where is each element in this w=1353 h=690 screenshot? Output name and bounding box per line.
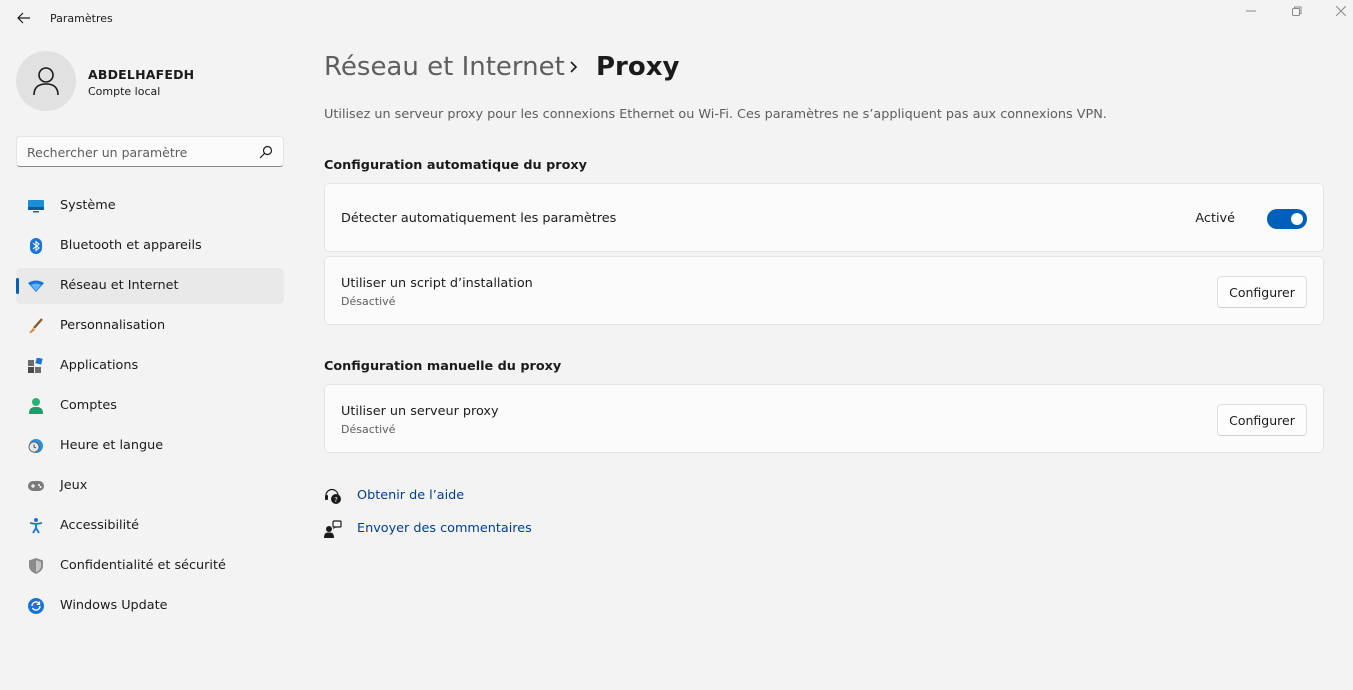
back-button[interactable] <box>12 8 36 28</box>
sidebar-item-personnalisation[interactable]: Personnalisation <box>16 308 284 344</box>
sidebar-item-applications[interactable]: Applications <box>16 348 284 384</box>
shield-icon <box>28 558 44 574</box>
apps-icon <box>28 358 44 374</box>
sidebar-nav: Système Bluetooth et appareils Réseau et… <box>16 188 284 628</box>
wifi-icon <box>28 278 44 294</box>
sidebar-item-heure-langue[interactable]: Heure et langue <box>16 428 284 464</box>
gamepad-icon <box>28 478 44 494</box>
sidebar-item-systeme[interactable]: Système <box>16 188 284 224</box>
detect-settings-card: Détecter automatiquement les paramètres … <box>324 183 1324 252</box>
sidebar-item-jeux[interactable]: Jeux <box>16 468 284 504</box>
help-link-label: Obtenir de l’aide <box>357 488 465 503</box>
feedback-link-label: Envoyer des commentaires <box>357 521 532 536</box>
search-box[interactable] <box>16 136 284 167</box>
sidebar-item-label: Applications <box>60 358 139 373</box>
user-icon <box>33 67 59 96</box>
app-title: Paramètres <box>50 12 113 25</box>
toggle-knob <box>1291 213 1303 225</box>
chevron-right-icon <box>570 61 578 73</box>
sidebar-item-windows-update[interactable]: Windows Update <box>16 588 284 624</box>
maximize-button[interactable] <box>1274 0 1320 22</box>
update-icon <box>28 598 44 614</box>
minimize-icon <box>1246 10 1256 12</box>
sidebar-item-label: Windows Update <box>60 598 168 613</box>
setup-script-configure-button[interactable]: Configurer <box>1217 276 1307 308</box>
sidebar-item-label: Jeux <box>60 478 88 493</box>
toggle-state-label: Activé <box>1195 211 1235 226</box>
proxy-server-card: Utiliser un serveur proxy Désactivé Conf… <box>324 384 1324 453</box>
help-icon: ? <box>325 488 341 504</box>
search-icon[interactable] <box>259 145 273 159</box>
bluetooth-icon <box>28 238 44 254</box>
detect-settings-toggle[interactable] <box>1267 209 1307 229</box>
sidebar-item-comptes[interactable]: Comptes <box>16 388 284 424</box>
detect-settings-label: Détecter automatiquement les paramètres <box>341 211 617 226</box>
sidebar-item-label: Confidentialité et sécurité <box>60 558 226 573</box>
sidebar-item-confidentialite[interactable]: Confidentialité et sécurité <box>16 548 284 584</box>
breadcrumb-parent[interactable]: Réseau et Internet <box>324 52 565 82</box>
restore-icon <box>1292 6 1302 16</box>
close-icon <box>1336 6 1346 16</box>
search-input[interactable] <box>27 143 247 161</box>
person-icon <box>28 398 44 414</box>
brush-icon <box>28 318 44 334</box>
sidebar-item-bluetooth[interactable]: Bluetooth et appareils <box>16 228 284 264</box>
page-title: Proxy <box>596 52 680 82</box>
svg-text:?: ? <box>334 496 338 504</box>
proxy-server-status: Désactivé <box>341 423 396 436</box>
sidebar-item-label: Accessibilité <box>60 518 140 533</box>
back-arrow-icon <box>17 12 30 24</box>
help-link[interactable]: ? Obtenir de l’aide <box>324 486 584 506</box>
setup-script-label: Utiliser un script d’installation <box>341 276 533 291</box>
sidebar-item-reseau[interactable]: Réseau et Internet <box>16 268 284 304</box>
title-bar: Paramètres <box>0 0 1353 36</box>
close-button[interactable] <box>1318 0 1353 22</box>
sidebar-item-label: Bluetooth et appareils <box>60 238 202 253</box>
accessibility-icon <box>28 518 44 534</box>
section-title-manual: Configuration manuelle du proxy <box>324 359 562 374</box>
settings-window: Paramètres ABDELHAFEDH Compte local Rech… <box>0 0 1353 690</box>
setup-script-status: Désactivé <box>341 295 396 308</box>
sidebar-item-label: Comptes <box>60 398 117 413</box>
clock-globe-icon <box>28 438 44 454</box>
sidebar-item-accessibilite[interactable]: Accessibilité <box>16 508 284 544</box>
user-name: ABDELHAFEDH <box>88 67 195 82</box>
monitor-icon <box>28 198 44 214</box>
sidebar-item-label: Personnalisation <box>60 318 166 333</box>
section-title-auto: Configuration automatique du proxy <box>324 158 587 173</box>
sidebar-item-label: Heure et langue <box>60 438 164 453</box>
page-description: Utilisez un serveur proxy pour les conne… <box>324 107 1107 122</box>
feedback-icon <box>324 520 342 538</box>
sidebar-item-label: Réseau et Internet <box>60 278 179 293</box>
proxy-server-label: Utiliser un serveur proxy <box>341 404 499 419</box>
setup-script-card: Utiliser un script d’installation Désact… <box>324 256 1324 325</box>
proxy-server-configure-button[interactable]: Configurer <box>1217 404 1307 436</box>
account-type: Compte local <box>88 85 161 98</box>
avatar[interactable] <box>16 51 76 111</box>
sidebar-item-label: Système <box>60 198 116 213</box>
feedback-link[interactable]: Envoyer des commentaires <box>324 519 584 539</box>
minimize-button[interactable] <box>1228 0 1274 22</box>
